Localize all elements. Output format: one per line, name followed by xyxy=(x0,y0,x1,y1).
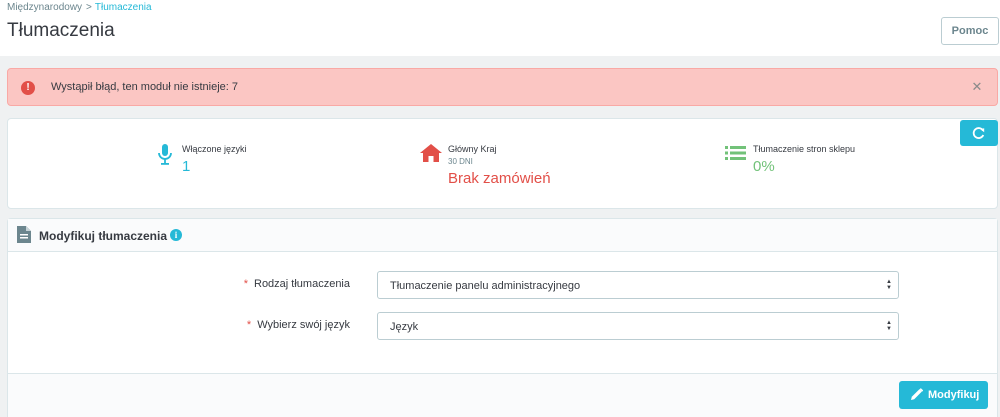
kpi-label: Główny Kraj xyxy=(448,144,497,154)
panel-title: Modyfikuj tłumaczenia xyxy=(39,229,168,243)
modify-translations-panel: Modyfikuj tłumaczenia i * Rodzaj tłumacze… xyxy=(7,218,998,417)
required-marker: * xyxy=(243,278,248,290)
breadcrumb-parent[interactable]: Międzynarodowy xyxy=(7,2,82,13)
field-label: * Wybierz swój język xyxy=(247,319,350,331)
form-row-translation-type: * Rodzaj tłumaczenia Tłumaczenie panelu a… xyxy=(8,271,997,299)
alert-message: Wystąpił błąd, ten moduł nie istnieje: 7 xyxy=(51,81,238,93)
kpi-main-country[interactable]: Główny Kraj 30 DNI Brak zamówień xyxy=(420,119,640,199)
modify-button[interactable]: Modyfikuj xyxy=(899,381,988,409)
panel-header: Modyfikuj tłumaczenia i xyxy=(8,219,997,252)
home-icon xyxy=(420,144,442,162)
kpi-value: Brak zamówień xyxy=(448,170,551,187)
kpi-panel: Włączone języki 1 Główny Kraj 30 DNI Bra… xyxy=(7,118,998,209)
kpi-value: 0% xyxy=(753,158,775,175)
refresh-icon xyxy=(972,127,985,139)
breadcrumb-separator: > xyxy=(86,2,92,13)
error-alert: ! Wystąpił błąd, ten moduł nie istnieje:… xyxy=(7,68,998,106)
kpi-store-translation[interactable]: Tłumaczenie stron sklepu 0% xyxy=(725,119,945,199)
kpi-languages[interactable]: Włączone języki 1 xyxy=(156,119,356,199)
microphone-icon xyxy=(158,144,172,165)
kpi-sublabel: 30 DNI xyxy=(448,157,473,166)
select-value: Tłumaczenie panelu administracyjnego xyxy=(390,280,581,292)
close-icon[interactable]: ✕ xyxy=(970,79,984,95)
document-icon xyxy=(17,226,31,243)
pencil-icon xyxy=(911,388,923,400)
select-arrows-icon: ▲ ▼ xyxy=(886,320,892,332)
select-value: Język xyxy=(390,321,419,333)
field-label: * Rodzaj tłumaczenia xyxy=(244,278,350,290)
select-arrows-icon: ▲ ▼ xyxy=(886,279,892,291)
help-button[interactable]: Pomoc xyxy=(941,17,999,45)
kpi-label: Tłumaczenie stron sklepu xyxy=(753,144,856,154)
form-row-language: * Wybierz swój język Język ▲ ▼ xyxy=(8,312,997,340)
list-icon xyxy=(725,146,746,160)
modify-button-label: Modyfikuj xyxy=(928,389,980,401)
info-icon[interactable]: i xyxy=(170,229,182,241)
page-header: Międzynarodowy > Tłumaczenia Tłumaczenia P… xyxy=(0,0,1000,56)
required-marker: * xyxy=(246,319,252,331)
field-label-text: Wybierz swój język xyxy=(257,319,350,331)
breadcrumb: Międzynarodowy > Tłumaczenia xyxy=(7,2,152,13)
kpi-value: 1 xyxy=(182,158,191,175)
translation-type-select[interactable]: Tłumaczenie panelu administracyjnego ▲ ▼ xyxy=(377,271,899,299)
refresh-button[interactable] xyxy=(960,120,998,146)
field-label-text: Rodzaj tłumaczenia xyxy=(254,278,350,290)
breadcrumb-current[interactable]: Tłumaczenia xyxy=(95,2,152,13)
kpi-label: Włączone języki xyxy=(182,144,247,154)
language-select[interactable]: Język ▲ ▼ xyxy=(377,312,899,340)
panel-footer: Modyfikuj xyxy=(8,373,997,417)
error-icon: ! xyxy=(21,81,35,95)
page-title: Tłumaczenia xyxy=(7,20,115,41)
